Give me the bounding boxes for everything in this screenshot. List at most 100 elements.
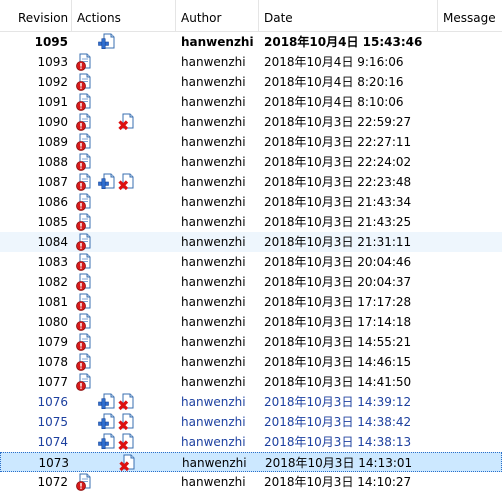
table-row[interactable]: 1083 hanwenzhi 2018年10月3日 20:04:46 <box>0 252 502 272</box>
date-cell: 2018年10月3日 22:24:02 <box>264 155 412 169</box>
table-row[interactable]: 1090 hanwenzhi 2018年10月3日 22:59:27 <box>0 112 502 132</box>
actions-cell <box>76 132 166 152</box>
modified-document-icon <box>76 333 93 351</box>
author-cell: hanwenzhi <box>181 215 246 229</box>
revision-cell: 1090 <box>37 115 68 129</box>
actions-cell <box>77 453 167 473</box>
deleted-document-icon <box>118 113 135 131</box>
author-cell: hanwenzhi <box>181 235 246 249</box>
revision-cell: 1076 <box>37 395 68 409</box>
date-cell: 2018年10月3日 14:39:12 <box>264 395 412 409</box>
author-cell: hanwenzhi <box>181 375 246 389</box>
date-cell: 2018年10月3日 21:43:34 <box>264 195 412 209</box>
revision-cell: 1092 <box>37 75 68 89</box>
author-cell: hanwenzhi <box>181 175 246 189</box>
column-header-message[interactable]: Message <box>437 0 496 31</box>
modified-document-icon <box>76 93 93 111</box>
column-header-author[interactable]: Author <box>175 0 221 31</box>
table-row[interactable]: 1078 hanwenzhi 2018年10月3日 14:46:15 <box>0 352 502 372</box>
table-row[interactable]: 1095 hanwenzhi 2018年10月4日 15:43:46 <box>0 32 502 52</box>
actions-cell <box>76 372 166 392</box>
modified-document-icon <box>76 193 93 211</box>
table-row[interactable]: 1075 hanwenzhi 2018年10月3日 14:38:42 <box>0 412 502 432</box>
deleted-document-icon <box>118 173 135 191</box>
table-row[interactable]: 1087 hanwenzhi 2018年10月3日 22:23:48 <box>0 172 502 192</box>
column-header-date[interactable]: Date <box>258 0 293 31</box>
added-document-icon <box>98 33 115 51</box>
table-row[interactable]: 1076 hanwenzhi 2018年10月3日 14:39:12 <box>0 392 502 412</box>
actions-cell <box>76 112 166 132</box>
table-row[interactable]: 1081 hanwenzhi 2018年10月3日 17:17:28 <box>0 292 502 312</box>
table-row[interactable]: 1093 hanwenzhi 2018年10月4日 9:16:06 <box>0 52 502 72</box>
revision-cell: 1073 <box>38 456 69 470</box>
modified-document-icon <box>76 273 93 291</box>
actions-cell <box>76 292 166 312</box>
table-row[interactable]: 1073 hanwenzhi 2018年10月3日 14:13:01 <box>0 452 502 472</box>
date-cell: 2018年10月3日 22:27:11 <box>264 135 412 149</box>
revision-cell: 1091 <box>37 95 68 109</box>
modified-document-icon <box>76 293 93 311</box>
table-row[interactable]: 1092 hanwenzhi 2018年10月4日 8:20:16 <box>0 72 502 92</box>
revision-cell: 1074 <box>37 435 68 449</box>
modified-document-icon <box>76 53 93 71</box>
deleted-document-icon <box>119 454 136 472</box>
date-cell: 2018年10月3日 14:46:15 <box>264 355 412 369</box>
table-row[interactable]: 1085 hanwenzhi 2018年10月3日 21:43:25 <box>0 212 502 232</box>
added-document-icon <box>98 393 115 411</box>
table-row[interactable]: 1086 hanwenzhi 2018年10月3日 21:43:34 <box>0 192 502 212</box>
revision-cell: 1086 <box>37 195 68 209</box>
revision-log-table: Revision Actions Author Date Message 109… <box>0 0 502 493</box>
modified-document-icon <box>76 133 93 151</box>
table-row[interactable]: 1089 hanwenzhi 2018年10月3日 22:27:11 <box>0 132 502 152</box>
table-row[interactable]: 1082 hanwenzhi 2018年10月3日 20:04:37 <box>0 272 502 292</box>
revision-cell: 1072 <box>37 475 68 489</box>
table-row[interactable]: 1077 hanwenzhi 2018年10月3日 14:41:50 <box>0 372 502 392</box>
table-row[interactable]: 1072 hanwenzhi 2018年10月3日 14:10:27 <box>0 472 502 492</box>
modified-document-icon <box>76 173 93 191</box>
actions-cell <box>76 192 166 212</box>
actions-cell <box>76 392 166 412</box>
modified-document-icon <box>76 113 93 131</box>
modified-document-icon <box>76 353 93 371</box>
actions-cell <box>76 52 166 72</box>
date-cell: 2018年10月3日 20:04:37 <box>264 275 412 289</box>
column-header-actions[interactable]: Actions <box>71 0 121 31</box>
actions-cell <box>76 432 166 452</box>
added-document-icon <box>98 433 115 451</box>
author-cell: hanwenzhi <box>181 335 246 349</box>
author-cell: hanwenzhi <box>181 435 246 449</box>
actions-cell <box>76 252 166 272</box>
table-row[interactable]: 1088 hanwenzhi 2018年10月3日 22:24:02 <box>0 152 502 172</box>
column-header-revision[interactable]: Revision <box>12 0 68 31</box>
revision-cell: 1087 <box>37 175 68 189</box>
revision-cell: 1080 <box>37 315 68 329</box>
table-row[interactable]: 1084 hanwenzhi 2018年10月3日 21:31:11 <box>0 232 502 252</box>
date-cell: 2018年10月3日 17:17:28 <box>264 295 412 309</box>
table-row[interactable]: 1079 hanwenzhi 2018年10月3日 14:55:21 <box>0 332 502 352</box>
author-cell: hanwenzhi <box>181 75 246 89</box>
deleted-document-icon <box>118 413 135 431</box>
table-row[interactable]: 1074 hanwenzhi 2018年10月3日 14:38:13 <box>0 432 502 452</box>
table-row[interactable]: 1091 hanwenzhi 2018年10月4日 8:10:06 <box>0 92 502 112</box>
author-cell: hanwenzhi <box>181 255 246 269</box>
date-cell: 2018年10月3日 14:41:50 <box>264 375 412 389</box>
date-cell: 2018年10月3日 14:13:01 <box>265 456 413 470</box>
date-cell: 2018年10月4日 8:20:16 <box>264 75 404 89</box>
revision-cell: 1084 <box>37 235 68 249</box>
actions-cell <box>76 412 166 432</box>
date-cell: 2018年10月3日 14:10:27 <box>264 475 412 489</box>
date-cell: 2018年10月4日 15:43:46 <box>264 35 423 49</box>
actions-cell <box>76 312 166 332</box>
added-document-icon <box>98 413 115 431</box>
author-cell: hanwenzhi <box>181 395 246 409</box>
author-cell: hanwenzhi <box>181 355 246 369</box>
modified-document-icon <box>76 373 93 391</box>
author-cell: hanwenzhi <box>181 315 246 329</box>
table-row[interactable]: 1080 hanwenzhi 2018年10月3日 17:14:18 <box>0 312 502 332</box>
author-cell: hanwenzhi <box>181 55 246 69</box>
revision-cell: 1075 <box>37 415 68 429</box>
author-cell: hanwenzhi <box>181 95 246 109</box>
date-cell: 2018年10月4日 8:10:06 <box>264 95 404 109</box>
revision-cell: 1083 <box>37 255 68 269</box>
author-cell: hanwenzhi <box>181 35 254 49</box>
